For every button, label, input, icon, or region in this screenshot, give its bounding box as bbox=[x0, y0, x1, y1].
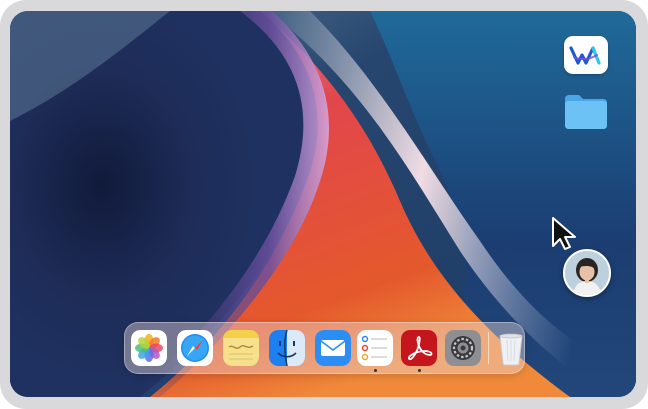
running-indicator-acrobat bbox=[418, 369, 421, 372]
acrobat-icon[interactable] bbox=[401, 330, 437, 366]
dock bbox=[124, 322, 525, 374]
wrike-app-icon[interactable] bbox=[563, 35, 609, 75]
trash-icon[interactable] bbox=[493, 330, 529, 366]
desktop-screen bbox=[10, 11, 636, 397]
reminders-icon[interactable] bbox=[357, 330, 393, 366]
safari-icon[interactable] bbox=[177, 330, 213, 366]
wrike-logo-icon bbox=[569, 46, 601, 65]
notes-icon[interactable] bbox=[223, 330, 259, 366]
finder-icon[interactable] bbox=[269, 330, 305, 366]
device-frame bbox=[0, 0, 648, 409]
photos-icon[interactable] bbox=[131, 330, 167, 366]
system-settings-icon[interactable] bbox=[445, 330, 481, 366]
dock-divider bbox=[488, 332, 489, 364]
mail-icon[interactable] bbox=[315, 330, 351, 366]
running-indicator-reminders bbox=[374, 369, 377, 372]
user-avatar[interactable] bbox=[563, 249, 611, 297]
folder-icon[interactable] bbox=[563, 91, 609, 131]
mouse-pointer-icon bbox=[552, 217, 576, 250]
